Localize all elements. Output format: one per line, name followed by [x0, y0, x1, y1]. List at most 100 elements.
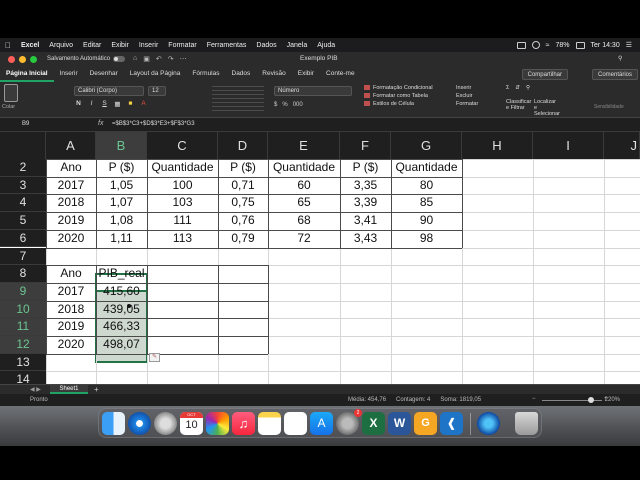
- paste-options-icon[interactable]: ✎: [149, 353, 160, 362]
- table1-cell[interactable]: 0,76: [218, 212, 268, 230]
- zoom-slider-knob[interactable]: [588, 397, 594, 403]
- column-header-i[interactable]: I: [533, 132, 604, 159]
- music-icon[interactable]: ♫: [232, 412, 255, 435]
- pib-real-cell[interactable]: 498,07: [96, 336, 147, 354]
- column-header-j[interactable]: J: [604, 132, 640, 159]
- delete-cells-button[interactable]: Excluir: [456, 93, 478, 99]
- table1-cell[interactable]: 103: [147, 194, 218, 212]
- worksheet-grid[interactable]: Ano P ($) Quantidade P ($) Quantidade P ($) Qu…: [0, 132, 640, 384]
- tab-exibir[interactable]: Exibir: [292, 66, 320, 82]
- zoom-level[interactable]: 220%: [605, 397, 620, 403]
- app-store-icon[interactable]: A: [310, 412, 333, 435]
- underline-icon[interactable]: S: [100, 100, 109, 108]
- table1-cell[interactable]: 98: [391, 230, 462, 248]
- table1-cell[interactable]: 72: [268, 230, 340, 248]
- home-icon[interactable]: ⌂: [133, 55, 137, 63]
- table2-cell[interactable]: 2018: [46, 301, 96, 319]
- table1-cell[interactable]: 1,05: [96, 177, 147, 195]
- row-header-10[interactable]: 10: [0, 300, 46, 319]
- table1-cell[interactable]: 80: [391, 177, 462, 195]
- clock[interactable]: Ter 14:30: [591, 42, 620, 49]
- menu-ferramentas[interactable]: Ferramentas: [202, 42, 252, 49]
- fx-icon[interactable]: fx: [98, 120, 103, 127]
- minimize-window-icon[interactable]: [19, 55, 26, 63]
- tab-formulas[interactable]: Fórmulas: [186, 66, 225, 82]
- save-icon[interactable]: ▣: [143, 55, 150, 63]
- row-header-3[interactable]: 3: [0, 176, 46, 195]
- table2-cell[interactable]: 2019: [46, 318, 96, 336]
- table1-cell[interactable]: 85: [391, 194, 462, 212]
- number-format-select[interactable]: Número: [274, 86, 352, 96]
- finder-icon[interactable]: [102, 412, 125, 435]
- cell-styles-button[interactable]: Estilos de Célula: [364, 101, 433, 107]
- table1-header-cell[interactable]: Quantidade: [391, 159, 462, 177]
- table1-cell[interactable]: 2017: [46, 177, 96, 195]
- menu-ajuda[interactable]: Ajuda: [312, 42, 340, 49]
- close-window-icon[interactable]: [8, 55, 15, 63]
- table1-cell[interactable]: 111: [147, 212, 218, 230]
- font-color-icon[interactable]: A: [139, 100, 148, 108]
- pdf-icon[interactable]: G: [414, 412, 437, 435]
- photos-icon[interactable]: [206, 412, 229, 435]
- table2-cell[interactable]: 2017: [46, 283, 96, 301]
- control-center-icon[interactable]: ☰: [626, 41, 632, 49]
- comma-icon[interactable]: 000: [293, 102, 303, 108]
- row-header-7[interactable]: 7: [0, 247, 46, 266]
- wifi-icon[interactable]: ≈: [546, 42, 550, 49]
- percent-icon[interactable]: %: [282, 102, 287, 108]
- find-select-button[interactable]: Localizar e Selecionar: [534, 99, 560, 117]
- autosum-icon[interactable]: Σ: [506, 85, 509, 91]
- safari-icon[interactable]: [128, 412, 151, 435]
- sort-filter-icon[interactable]: ⇵: [515, 85, 520, 91]
- add-sheet-button[interactable]: +: [94, 385, 99, 394]
- fill-color-icon[interactable]: ■: [126, 100, 135, 108]
- row-header-11[interactable]: 11: [0, 318, 46, 336]
- pib-real-cell[interactable]: 439,05: [96, 301, 147, 319]
- redo-icon[interactable]: ↷: [168, 55, 174, 63]
- bold-icon[interactable]: N: [74, 100, 83, 108]
- reminders-icon[interactable]: [284, 412, 307, 435]
- table1-header-cell[interactable]: Ano: [46, 159, 96, 177]
- row-header-4[interactable]: 4: [0, 194, 46, 213]
- sensitivity-button[interactable]: Sensibilidade: [594, 104, 624, 110]
- table1-cell[interactable]: 3,41: [340, 212, 391, 230]
- table1-cell[interactable]: 3,39: [340, 194, 391, 212]
- table1-cell[interactable]: 100: [147, 177, 218, 195]
- italic-icon[interactable]: I: [87, 100, 96, 108]
- tab-layout[interactable]: Layout da Página: [124, 66, 187, 82]
- more-icon[interactable]: ⋯: [180, 55, 187, 63]
- notes-icon[interactable]: [258, 412, 281, 435]
- table1-cell[interactable]: 3,35: [340, 177, 391, 195]
- column-header-e[interactable]: E: [268, 132, 340, 159]
- table1-cell[interactable]: 0,75: [218, 194, 268, 212]
- excel-icon[interactable]: X: [362, 412, 385, 435]
- sheet-nav-arrows[interactable]: ◀ ▶: [30, 386, 41, 393]
- row-header-6[interactable]: 6: [0, 229, 46, 248]
- pib-real-cell[interactable]: 415,60: [96, 283, 147, 301]
- menu-arquivo[interactable]: Arquivo: [44, 42, 78, 49]
- select-all-corner[interactable]: [0, 132, 46, 159]
- table1-header-cell[interactable]: P ($): [340, 159, 391, 177]
- borders-icon[interactable]: ▦: [113, 100, 122, 108]
- row-header-12[interactable]: 12: [0, 336, 46, 354]
- system-preferences-icon[interactable]: 2: [336, 409, 362, 435]
- column-header-f[interactable]: F: [340, 132, 391, 159]
- sort-filter-button[interactable]: Classificar e Filtrar: [506, 99, 531, 117]
- table1-header-cell[interactable]: Quantidade: [268, 159, 340, 177]
- word-icon[interactable]: W: [388, 412, 411, 435]
- menu-inserir[interactable]: Inserir: [134, 42, 163, 49]
- pib-real-cell[interactable]: 466,33: [96, 318, 147, 336]
- tab-inserir[interactable]: Inserir: [54, 66, 84, 82]
- tab-dados[interactable]: Dados: [226, 66, 257, 82]
- column-header-b[interactable]: B: [96, 132, 147, 159]
- undo-icon[interactable]: ↶: [156, 55, 162, 63]
- search-icon[interactable]: ⚲: [618, 55, 630, 63]
- find-select-icon[interactable]: ⚲: [526, 85, 530, 91]
- battery-percent[interactable]: 78%: [556, 42, 570, 49]
- menu-janela[interactable]: Janela: [282, 42, 313, 49]
- table1-cell[interactable]: 68: [268, 212, 340, 230]
- apple-icon[interactable]: : [0, 41, 16, 50]
- font-family-select[interactable]: Calibri (Corpo): [74, 86, 144, 96]
- calendar-icon[interactable]: OCT 10: [180, 412, 203, 435]
- table2-header-cell[interactable]: Ano: [46, 265, 96, 283]
